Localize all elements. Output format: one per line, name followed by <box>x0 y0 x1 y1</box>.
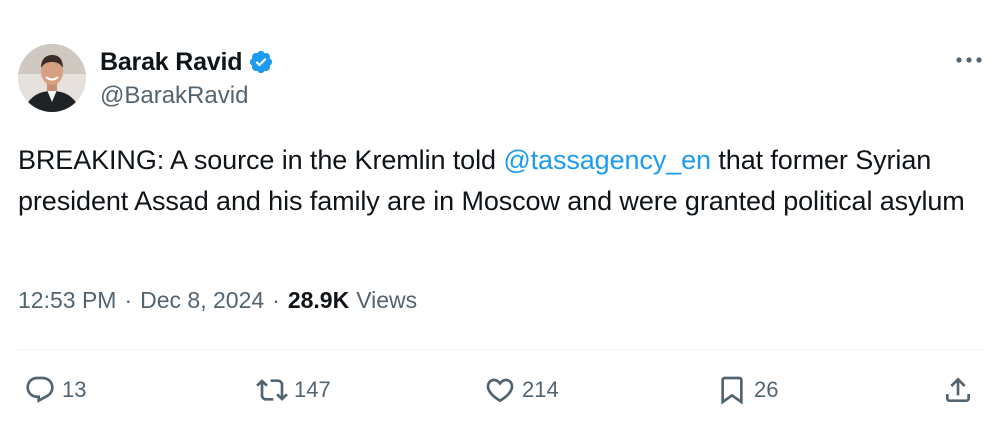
tweet-text-before: BREAKING: A source in the Kremlin told <box>18 145 504 175</box>
heart-icon <box>486 378 514 403</box>
tweet-text: BREAKING: A source in the Kremlin told @… <box>18 140 978 222</box>
tweet-date[interactable]: Dec 8, 2024 <box>140 287 264 314</box>
like-count: 214 <box>522 377 559 402</box>
tweet-card: Barak Ravid @BarakRavid BREAKING: A sour… <box>0 0 1000 428</box>
repost-count: 147 <box>294 377 331 402</box>
tweet-mention-link[interactable]: @tassagency_en <box>503 145 711 175</box>
reply-count: 13 <box>62 377 87 402</box>
divider <box>18 349 984 350</box>
tweet-meta: 12:53 PM · Dec 8, 2024 · 28.9K Views <box>18 287 417 314</box>
author-name-row: Barak Ravid <box>100 46 274 78</box>
repost-button[interactable]: 147 <box>256 370 331 410</box>
repost-icon <box>256 379 288 401</box>
views-count[interactable]: 28.9K <box>288 287 349 314</box>
share-icon <box>946 377 970 402</box>
verified-badge-icon[interactable] <box>248 49 274 75</box>
author-handle[interactable]: @BarakRavid <box>100 82 248 110</box>
share-button[interactable] <box>942 370 974 410</box>
tweet-time[interactable]: 12:53 PM <box>18 287 116 314</box>
more-horizontal-icon[interactable] <box>952 48 986 72</box>
views-label: Views <box>356 287 418 313</box>
bookmark-icon <box>721 376 743 405</box>
author-display-name[interactable]: Barak Ravid <box>100 48 243 77</box>
bookmark-count: 26 <box>754 377 779 402</box>
reply-button[interactable]: 13 <box>24 370 86 410</box>
bookmark-button[interactable]: 26 <box>716 370 778 410</box>
profile-photo-icon <box>18 44 86 112</box>
like-button[interactable]: 214 <box>484 370 559 410</box>
meta-separator: · <box>124 287 133 313</box>
meta-separator: · <box>272 287 280 313</box>
reply-icon <box>26 376 54 403</box>
avatar[interactable] <box>18 44 86 112</box>
